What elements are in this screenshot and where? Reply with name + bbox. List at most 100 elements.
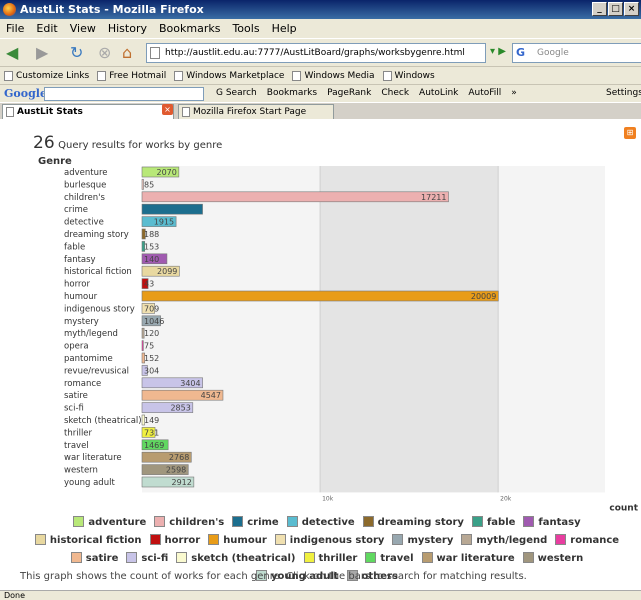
legend-swatch [34, 534, 46, 545]
bar[interactable] [141, 191, 449, 203]
legend-item[interactable]: satire [70, 550, 118, 568]
legend-item[interactable]: detective [286, 514, 355, 532]
legend-item[interactable]: sci-fi [126, 550, 168, 568]
google-toolbar-input[interactable] [44, 87, 204, 101]
x-tick-label: 20k [500, 495, 512, 502]
legend-item[interactable]: humour [208, 532, 267, 550]
minimize-button[interactable]: _ [592, 2, 607, 16]
category-label: myth/legend [64, 329, 118, 339]
menu-help[interactable]: Help [272, 22, 297, 35]
legend-label: horror [164, 535, 201, 546]
google-settings-button[interactable]: Settings [606, 88, 641, 98]
google-more-button[interactable]: » [511, 88, 517, 98]
legend-item[interactable]: indigenous story [274, 532, 384, 550]
category-label: dreaming story [64, 230, 129, 240]
legend-swatch [286, 516, 298, 527]
navigation-toolbar: ◀ ▶ ↻ ⊗ ⌂ http://austlit.edu.au:7777/Aus… [0, 38, 641, 66]
legend-item[interactable]: horror [149, 532, 201, 550]
legend-swatch [471, 516, 483, 527]
bookmark-windows-media[interactable]: Windows Media [292, 70, 375, 81]
go-button-icon[interactable]: ▾ ▶ [490, 46, 506, 57]
menu-edit[interactable]: Edit [36, 22, 57, 35]
category-label: pantomime [64, 354, 113, 364]
legend-item[interactable]: romance [555, 532, 619, 550]
menu-bookmarks[interactable]: Bookmarks [159, 22, 220, 35]
menu-view[interactable]: View [70, 22, 96, 35]
bar[interactable] [141, 203, 203, 215]
close-button[interactable]: × [624, 2, 639, 16]
home-icon[interactable]: ⌂ [122, 43, 132, 63]
legend-swatch [522, 552, 534, 563]
back-arrow-icon[interactable]: ◀ [6, 43, 18, 63]
legend-swatch [362, 516, 374, 527]
chart-caption: This graph shows the count of works for … [20, 571, 527, 582]
google-autofill-button[interactable]: AutoFill [468, 88, 501, 98]
page-icon [382, 70, 392, 81]
close-tab-icon[interactable]: × [162, 104, 173, 115]
menu-history[interactable]: History [108, 22, 147, 35]
address-bar[interactable]: http://austlit.edu.au:7777/AustLitBoard/… [146, 43, 486, 63]
category-label: war literature [64, 453, 122, 463]
page-icon [174, 70, 184, 81]
chart-band [320, 166, 499, 493]
legend-label: adventure [88, 517, 147, 528]
legend-item[interactable]: historical fiction [34, 532, 142, 550]
stop-icon[interactable]: ⊗ [98, 43, 111, 63]
forward-arrow-icon[interactable]: ▶ [36, 43, 48, 63]
legend-item[interactable]: mystery [392, 532, 453, 550]
menu-file[interactable]: File [6, 22, 24, 35]
legend-item[interactable]: thriller [303, 550, 358, 568]
legend-item[interactable]: war literature [421, 550, 515, 568]
maximize-button[interactable]: □ [608, 2, 623, 16]
legend-item[interactable]: sketch (theatrical) [176, 550, 296, 568]
bar-value-label: 152 [144, 354, 159, 363]
bookmark-windows-marketplace[interactable]: Windows Marketplace [174, 70, 284, 81]
bar-value-label: 1469 [144, 441, 164, 450]
category-label: detective [64, 218, 104, 228]
google-search-button[interactable]: G Search [216, 88, 257, 98]
legend-swatch [274, 534, 286, 545]
bar[interactable] [141, 290, 499, 302]
legend-item[interactable]: travel [365, 550, 414, 568]
menu-tools[interactable]: Tools [232, 22, 259, 35]
chart-band [142, 166, 321, 493]
legend-item[interactable]: western [522, 550, 583, 568]
legend-label: travel [380, 553, 414, 564]
legend-item[interactable]: fantasy [523, 514, 581, 532]
category-label: opera [64, 342, 89, 352]
google-pagerank-button[interactable]: PageRank [327, 88, 371, 98]
bookmarks-toolbar: Customize Links Free Hotmail Windows Mar… [0, 66, 641, 84]
category-label: indigenous story [64, 304, 135, 314]
search-box[interactable]: G Google [512, 43, 641, 63]
category-label: sci-fi [64, 404, 84, 414]
bar-value-label: 17211 [421, 193, 446, 202]
google-autolink-button[interactable]: AutoLink [419, 88, 458, 98]
bookmark-windows[interactable]: Windows [382, 70, 435, 81]
legend-swatch [176, 552, 188, 563]
legend-item[interactable]: adventure [73, 514, 146, 532]
bookmark-free-hotmail[interactable]: Free Hotmail [97, 70, 166, 81]
google-check-button[interactable]: Check [381, 88, 409, 98]
window-controls: _ □ × [592, 2, 639, 16]
legend-item[interactable]: dreaming story [362, 514, 464, 532]
legend-item[interactable]: fable [471, 514, 515, 532]
legend-label: thriller [318, 553, 358, 564]
category-label: burlesque [64, 180, 106, 190]
tab-austlit-stats[interactable]: AustLit Stats [2, 104, 174, 120]
google-toolbar: Google G Search Bookmarks PageRank Check… [0, 84, 641, 102]
legend-item[interactable]: children's [154, 514, 224, 532]
legend-swatch [208, 534, 220, 545]
reload-icon[interactable]: ↻ [70, 43, 83, 63]
legend-item[interactable]: myth/legend [461, 532, 547, 550]
bar-value-label: 2070 [157, 168, 177, 177]
bar-value-label: 43 [144, 280, 154, 289]
tab-firefox-start[interactable]: Mozilla Firefox Start Page [178, 104, 334, 120]
category-label: romance [64, 379, 101, 389]
bar-value-label: 153 [144, 242, 159, 251]
category-label: travel [64, 441, 89, 451]
legend-item[interactable]: crime [232, 514, 279, 532]
google-bookmarks-button[interactable]: Bookmarks [267, 88, 317, 98]
bar-value-label: 2768 [169, 453, 189, 462]
legend-label: myth/legend [476, 535, 548, 546]
bookmark-customize-links[interactable]: Customize Links [4, 70, 89, 81]
